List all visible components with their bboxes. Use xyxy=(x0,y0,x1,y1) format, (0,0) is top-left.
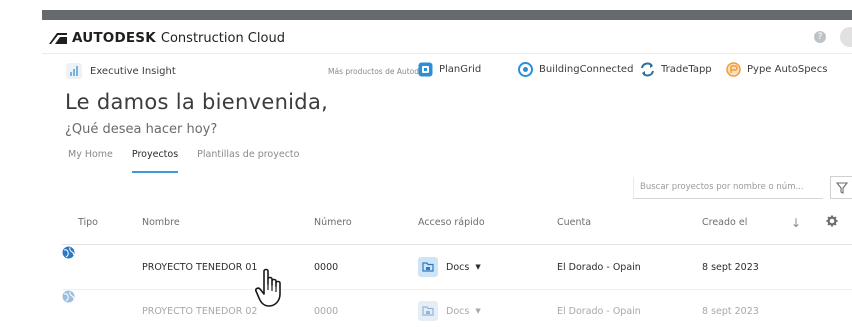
product-name: Construction Cloud xyxy=(160,30,285,46)
more-products-label: Más productos de Autodesk xyxy=(328,67,432,76)
account-name: El Dorado - Opain xyxy=(557,262,641,273)
table-row[interactable]: PROYECTO TENEDOR 02 0000 Docs ▼ El Dorad… xyxy=(62,290,852,329)
globe-icon xyxy=(62,246,75,259)
tradetapp-label: TradeTapp xyxy=(661,64,712,75)
project-name-link[interactable]: PROYECTO TENEDOR 01 xyxy=(142,262,257,273)
tab-plantillas-de-proyecto[interactable]: Plantillas de proyecto xyxy=(197,149,299,173)
project-name-link[interactable]: PROYECTO TENEDOR 02 xyxy=(142,306,257,317)
table-row[interactable]: PROYECTO TENEDOR 01 0000 Docs ▼ El Dorad… xyxy=(62,246,852,290)
welcome-subtitle: ¿Qué desea hacer hoy? xyxy=(65,122,218,137)
col-tipo[interactable]: Tipo xyxy=(78,217,98,228)
project-search-input[interactable]: Buscar proyectos por nombre o núm... xyxy=(633,177,823,199)
created-date: 8 sept 2023 xyxy=(702,306,759,317)
col-cuenta[interactable]: Cuenta xyxy=(557,217,591,228)
welcome-title: Le damos la bienvenida, xyxy=(65,90,329,114)
docs-quick-access[interactable]: Docs ▼ xyxy=(418,301,481,321)
brand-name: AUTODESK xyxy=(72,30,156,46)
autodesk-logo-icon xyxy=(49,33,67,44)
buildingconnected-icon xyxy=(518,62,533,77)
browser-top-bar xyxy=(42,10,852,20)
help-icon[interactable]: ? xyxy=(814,31,826,43)
col-numero[interactable]: Número xyxy=(314,217,352,228)
products-bar: Executive Insight Más productos de Autod… xyxy=(42,55,852,89)
filter-icon xyxy=(835,182,849,194)
buildingconnected-label: BuildingConnected xyxy=(539,64,634,75)
executive-insight-link[interactable]: Executive Insight xyxy=(66,63,176,79)
brand-logo-link[interactable]: AUTODESK Construction Cloud xyxy=(48,28,285,48)
top-strip xyxy=(0,0,852,10)
tab-bar: My Home Proyectos Plantillas de proyecto xyxy=(68,149,318,173)
tab-proyectos[interactable]: Proyectos xyxy=(131,149,179,173)
tradetapp-icon xyxy=(641,62,654,77)
app-header: AUTODESK Construction Cloud ? xyxy=(42,20,852,54)
hand-pointer-cursor-icon xyxy=(255,268,281,307)
col-nombre[interactable]: Nombre xyxy=(142,217,180,228)
account-name: El Dorado - Opain xyxy=(557,306,641,317)
executive-insight-label: Executive Insight xyxy=(90,65,176,77)
plangrid-label: PlanGrid xyxy=(439,64,482,75)
globe-icon xyxy=(62,290,75,303)
buildingconnected-link[interactable]: BuildingConnected xyxy=(518,62,633,77)
docs-label: Docs xyxy=(446,261,470,273)
project-number: 0000 xyxy=(314,262,339,273)
col-creado-el[interactable]: Creado el xyxy=(702,217,747,228)
docs-quick-access[interactable]: Docs ▼ xyxy=(418,257,481,277)
tradetapp-link[interactable]: TradeTapp xyxy=(640,62,712,77)
chevron-down-icon: ▼ xyxy=(475,307,481,315)
col-acceso-rapido[interactable]: Acceso rápido xyxy=(418,217,485,228)
project-number: 0000 xyxy=(314,306,339,317)
filter-button[interactable] xyxy=(830,176,852,199)
pype-icon xyxy=(726,62,741,77)
pype-autospecs-link[interactable]: Pype AutoSpecs xyxy=(726,62,827,77)
sort-arrow-icon[interactable]: ↓ xyxy=(791,216,801,230)
docs-icon xyxy=(418,301,438,321)
tab-my-home[interactable]: My Home xyxy=(68,149,113,173)
created-date: 8 sept 2023 xyxy=(702,262,759,273)
docs-label: Docs xyxy=(446,305,470,317)
docs-icon xyxy=(418,257,438,277)
settings-gear-icon[interactable] xyxy=(826,215,838,227)
chevron-down-icon: ▼ xyxy=(475,263,481,271)
bar-chart-icon xyxy=(66,63,82,79)
plangrid-icon xyxy=(418,62,433,77)
plangrid-link[interactable]: PlanGrid xyxy=(418,62,481,77)
table-header: Tipo Nombre Número Acceso rápido Cuenta … xyxy=(62,207,852,245)
user-avatar[interactable] xyxy=(840,27,852,47)
pype-autospecs-label: Pype AutoSpecs xyxy=(747,64,828,75)
